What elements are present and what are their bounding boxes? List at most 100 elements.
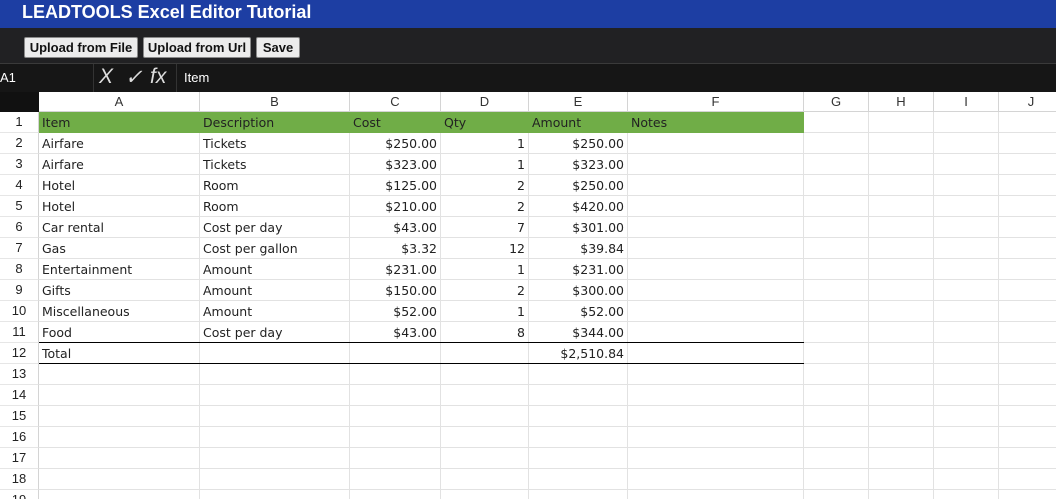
cell[interactable] (999, 259, 1056, 280)
cell[interactable] (999, 385, 1056, 406)
cell[interactable] (934, 490, 999, 499)
cell[interactable] (934, 385, 999, 406)
cell[interactable] (441, 490, 529, 499)
row-header[interactable]: 15 (0, 406, 39, 427)
cell[interactable] (804, 322, 869, 343)
cell[interactable]: $344.00 (529, 322, 628, 343)
cell[interactable]: Airfare (39, 133, 200, 154)
cell[interactable] (934, 448, 999, 469)
upload-from-file-button[interactable]: Upload from File (24, 37, 138, 58)
cell[interactable] (999, 322, 1056, 343)
cell[interactable]: Item (39, 112, 200, 133)
column-header-g[interactable]: G (804, 92, 869, 112)
cell[interactable] (869, 217, 934, 238)
cell[interactable] (934, 301, 999, 322)
cell[interactable] (350, 385, 441, 406)
row-header[interactable]: 12 (0, 343, 39, 364)
cell[interactable] (441, 385, 529, 406)
cell[interactable]: 2 (441, 175, 529, 196)
cell[interactable] (441, 343, 529, 364)
cell[interactable] (999, 406, 1056, 427)
cell[interactable] (934, 343, 999, 364)
cell[interactable] (628, 196, 804, 217)
cell[interactable] (804, 175, 869, 196)
cell-reference-box[interactable]: A1 (0, 70, 16, 85)
cell[interactable] (628, 217, 804, 238)
cell[interactable] (441, 364, 529, 385)
cell[interactable] (934, 154, 999, 175)
cell[interactable] (200, 469, 350, 490)
cell[interactable] (39, 448, 200, 469)
cell[interactable] (869, 343, 934, 364)
cell[interactable]: 1 (441, 154, 529, 175)
cell[interactable] (804, 238, 869, 259)
cell[interactable] (804, 427, 869, 448)
cell[interactable] (529, 385, 628, 406)
cell[interactable] (529, 469, 628, 490)
cell[interactable] (529, 406, 628, 427)
cell[interactable] (628, 364, 804, 385)
cell[interactable] (934, 280, 999, 301)
cell[interactable]: $150.00 (350, 280, 441, 301)
cell[interactable] (999, 280, 1056, 301)
cell[interactable]: Hotel (39, 175, 200, 196)
cell[interactable] (628, 406, 804, 427)
cell[interactable] (999, 112, 1056, 133)
cell[interactable] (350, 364, 441, 385)
cell[interactable] (999, 448, 1056, 469)
row-header[interactable]: 5 (0, 196, 39, 217)
cell[interactable]: $231.00 (529, 259, 628, 280)
cell[interactable]: $420.00 (529, 196, 628, 217)
cell[interactable]: Tickets (200, 133, 350, 154)
cell[interactable] (869, 238, 934, 259)
row-header[interactable]: 18 (0, 469, 39, 490)
cell[interactable]: 2 (441, 280, 529, 301)
cell[interactable] (804, 301, 869, 322)
cell[interactable] (804, 280, 869, 301)
column-header-h[interactable]: H (869, 92, 934, 112)
cell[interactable]: $250.00 (529, 133, 628, 154)
cell[interactable]: Car rental (39, 217, 200, 238)
cell[interactable] (529, 490, 628, 499)
cell[interactable] (200, 490, 350, 499)
row-header[interactable]: 2 (0, 133, 39, 154)
cell[interactable] (350, 469, 441, 490)
cell[interactable] (804, 343, 869, 364)
cell[interactable]: $3.32 (350, 238, 441, 259)
cell[interactable] (934, 406, 999, 427)
cell[interactable] (869, 364, 934, 385)
cell[interactable]: 8 (441, 322, 529, 343)
cell[interactable] (628, 280, 804, 301)
cell[interactable] (934, 196, 999, 217)
cell[interactable]: $125.00 (350, 175, 441, 196)
column-header-e[interactable]: E (529, 92, 628, 112)
cell[interactable]: Room (200, 175, 350, 196)
cell[interactable] (804, 196, 869, 217)
cell[interactable] (39, 427, 200, 448)
row-header[interactable]: 13 (0, 364, 39, 385)
cell[interactable] (628, 238, 804, 259)
cell[interactable]: Gifts (39, 280, 200, 301)
cell[interactable]: $52.00 (529, 301, 628, 322)
cell[interactable] (934, 364, 999, 385)
row-header[interactable]: 19 (0, 490, 39, 499)
cell[interactable] (869, 490, 934, 499)
cell[interactable]: Total (39, 343, 200, 364)
cell[interactable] (999, 364, 1056, 385)
cell[interactable] (200, 385, 350, 406)
cell[interactable]: 1 (441, 133, 529, 154)
cell[interactable]: $210.00 (350, 196, 441, 217)
cell[interactable] (869, 406, 934, 427)
cell[interactable]: Food (39, 322, 200, 343)
cell[interactable] (869, 112, 934, 133)
cell[interactable] (628, 343, 804, 364)
cell[interactable] (869, 448, 934, 469)
cell[interactable]: Qty (441, 112, 529, 133)
row-header[interactable]: 4 (0, 175, 39, 196)
cell[interactable] (628, 469, 804, 490)
cell[interactable]: Gas (39, 238, 200, 259)
cell[interactable]: $323.00 (529, 154, 628, 175)
cell[interactable] (441, 469, 529, 490)
confirm-edit-icon[interactable]: ✓ (125, 65, 143, 90)
cell[interactable] (999, 469, 1056, 490)
